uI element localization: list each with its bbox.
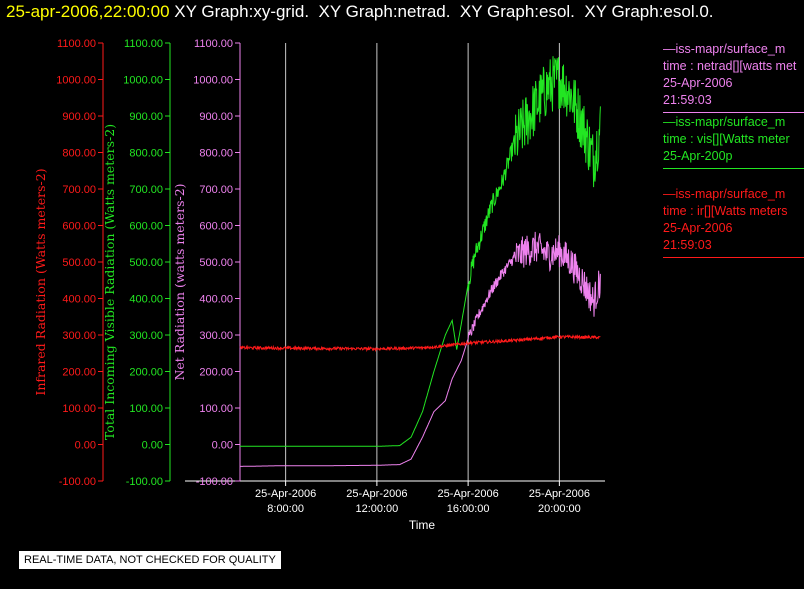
y-tick-label-net: 1000.00 <box>193 75 233 87</box>
legend-netrad: —iss-mapr/surface_m time : netrad[][watt… <box>663 41 804 113</box>
y-tick-label-net: 400.00 <box>199 294 233 306</box>
y-axis-title-net: Net Radiation (watts meters-2) <box>172 183 187 380</box>
y-tick-label-vis: 1100.00 <box>124 38 163 50</box>
y-tick-label-vis: 100.00 <box>129 403 163 415</box>
y-tick-label-vis: 1000.00 <box>123 75 163 87</box>
y-tick-label-vis: 400.00 <box>129 294 163 306</box>
y-tick-label-vis: 500.00 <box>129 257 163 269</box>
x-tick-label: 25-Apr-2006 <box>346 488 407 500</box>
y-tick-label-ir: 0.00 <box>75 440 96 452</box>
legend-line: time : ir[][Watts meters <box>663 204 788 218</box>
y-tick-label-vis: 300.00 <box>129 330 163 342</box>
y-tick-label-net: 300.00 <box>199 330 233 342</box>
x-tick-label: 25-Apr-2006 <box>255 488 316 500</box>
y-axis-title-ir: Infrared Radiation (Watts meters-2) <box>33 168 48 395</box>
y-tick-label-vis: 900.00 <box>129 111 163 123</box>
y-tick-label-vis: 700.00 <box>129 184 163 196</box>
y-tick-label-net: 500.00 <box>199 257 233 269</box>
y-tick-label-net: 700.00 <box>199 184 233 196</box>
quality-disclaimer: REAL-TIME DATA, NOT CHECKED FOR QUALITY <box>19 551 281 569</box>
x-tick-label: 8:00:00 <box>267 503 304 515</box>
y-tick-label-vis: 600.00 <box>129 221 163 233</box>
y-tick-label-ir: 200.00 <box>62 367 96 379</box>
y-tick-label-vis: 200.00 <box>129 367 163 379</box>
x-tick-label: 25-Apr-2006 <box>438 488 499 500</box>
y-tick-label-ir: 800.00 <box>62 148 96 160</box>
y-tick-label-vis: -100.00 <box>126 476 163 488</box>
y-tick-label-net: 600.00 <box>199 221 233 233</box>
legend-line: —iss-mapr/surface_m <box>663 42 786 56</box>
legend-vis: —iss-mapr/surface_m time : vis[][Watts m… <box>663 114 804 169</box>
y-tick-label-net: 1100.00 <box>194 38 233 50</box>
x-tick-label: 12:00:00 <box>355 503 398 515</box>
y-tick-label-ir: 500.00 <box>62 257 96 269</box>
y-tick-label-net: 200.00 <box>199 367 233 379</box>
y-tick-label-ir: 1100.00 <box>57 38 96 50</box>
legend-separator <box>663 168 804 169</box>
y-tick-label-vis: 0.00 <box>142 440 163 452</box>
x-tick-label: 20:00:00 <box>538 503 581 515</box>
y-tick-label-ir: 600.00 <box>62 221 96 233</box>
legend-line: 25-Apr-2006 <box>663 76 733 90</box>
series-line-ir <box>239 334 601 353</box>
y-axis-title-vis: Total Incoming Visible Radiation (Watts … <box>102 124 117 440</box>
y-tick-label-ir: 300.00 <box>62 330 96 342</box>
legend-line: 25-Apr-200p <box>663 149 733 163</box>
y-tick-label-net: 900.00 <box>199 111 233 123</box>
y-tick-label-ir: 400.00 <box>62 294 96 306</box>
y-tick-label-ir: 1000.00 <box>56 75 96 87</box>
y-tick-label-net: 800.00 <box>199 148 233 160</box>
x-tick-label: 16:00:00 <box>447 503 490 515</box>
y-tick-label-net: 100.00 <box>199 403 233 415</box>
legend-ir: —iss-mapr/surface_m time : ir[][Watts me… <box>663 186 804 258</box>
legend-line: —iss-mapr/surface_m <box>663 115 786 129</box>
x-axis-title: Time <box>409 518 436 532</box>
legend-line: 21:59:03 <box>663 238 712 252</box>
legend-line: 21:59:03 <box>663 93 712 107</box>
legend-line: 25-Apr-2006 <box>663 221 733 235</box>
legend-line: —iss-mapr/surface_m <box>663 187 786 201</box>
legend-line: time : vis[][Watts meter <box>663 132 790 146</box>
y-tick-label-net: -100.00 <box>196 476 233 488</box>
y-tick-label-ir: 700.00 <box>62 184 96 196</box>
y-tick-label-ir: 100.00 <box>62 403 96 415</box>
legend-line: time : netrad[][watts met <box>663 59 797 73</box>
legend-separator <box>663 257 804 258</box>
x-tick-label: 25-Apr-2006 <box>529 488 590 500</box>
y-tick-label-vis: 800.00 <box>129 148 163 160</box>
legend-separator <box>663 112 804 113</box>
y-tick-label-ir: 900.00 <box>62 111 96 123</box>
y-tick-label-ir: -100.00 <box>59 476 96 488</box>
y-tick-label-net: 0.00 <box>212 440 233 452</box>
